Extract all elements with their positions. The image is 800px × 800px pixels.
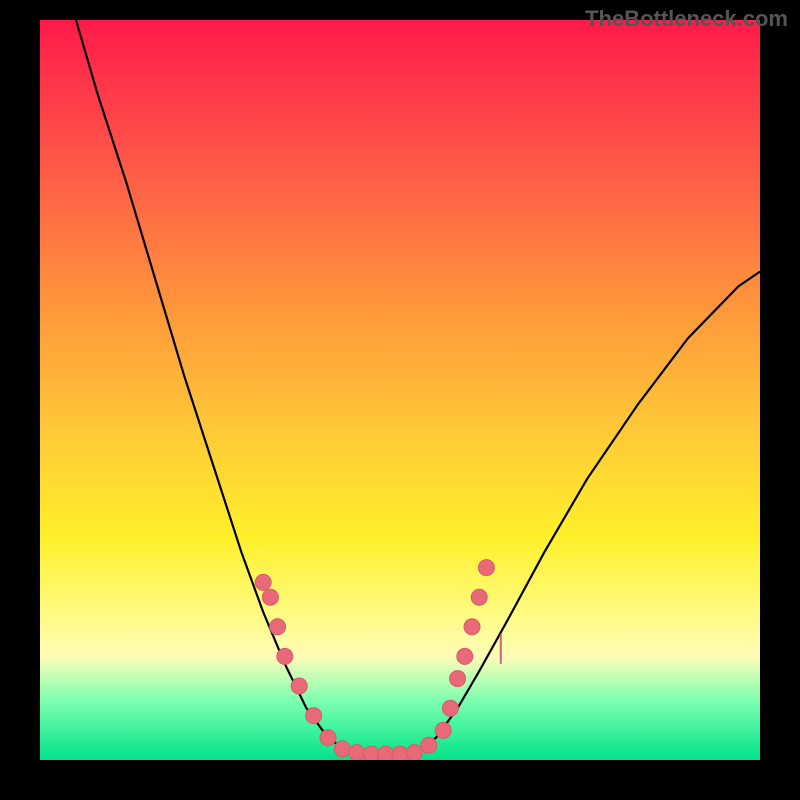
data-marker bbox=[270, 619, 286, 635]
data-marker bbox=[262, 589, 278, 605]
data-marker bbox=[334, 741, 350, 757]
data-marker bbox=[421, 737, 437, 753]
data-marker bbox=[464, 619, 480, 635]
data-marker bbox=[255, 574, 271, 590]
data-marker bbox=[406, 745, 422, 760]
data-marker bbox=[435, 722, 451, 738]
plot-area bbox=[40, 20, 760, 760]
data-marker bbox=[349, 745, 365, 760]
data-marker bbox=[471, 589, 487, 605]
data-marker bbox=[363, 746, 379, 760]
data-marker bbox=[291, 678, 307, 694]
data-marker bbox=[450, 671, 466, 687]
chart-svg bbox=[40, 20, 760, 760]
data-marker bbox=[277, 648, 293, 664]
data-marker bbox=[378, 746, 394, 760]
data-marker bbox=[392, 746, 408, 760]
bottleneck-curve bbox=[76, 20, 760, 756]
data-marker bbox=[478, 560, 494, 576]
data-marker bbox=[320, 730, 336, 746]
watermark-text: TheBottleneck.com bbox=[585, 6, 788, 32]
data-marker bbox=[442, 700, 458, 716]
data-marker bbox=[306, 708, 322, 724]
data-markers bbox=[255, 560, 494, 760]
data-marker bbox=[457, 648, 473, 664]
